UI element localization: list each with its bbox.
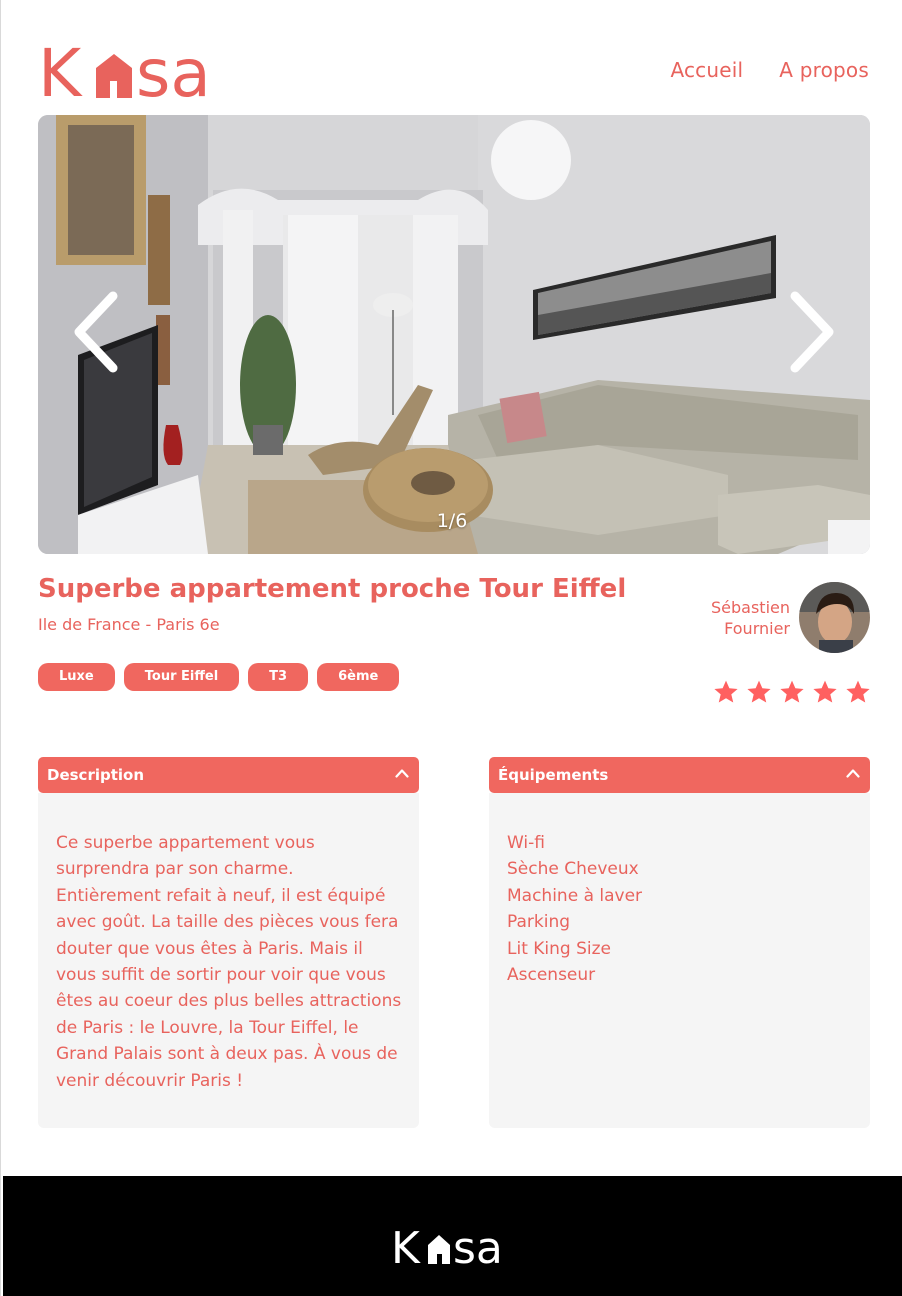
tag: Luxe <box>38 663 115 691</box>
host-first-name: Sébastien <box>711 598 790 617</box>
star-icon <box>813 680 837 703</box>
page: K sa Accueil A propos 1/6 Superbe appart… <box>0 0 902 1296</box>
slide-counter: 1/6 <box>436 510 468 532</box>
equipments-body: Wi-fi Sèche Cheveux Machine à laver Park… <box>489 793 870 1128</box>
tag: 6ème <box>317 663 400 691</box>
description-collapse: Description Ce superbe appartement vous … <box>38 757 419 1128</box>
list-item: Parking <box>507 912 571 933</box>
footer: K sa <box>3 1176 902 1296</box>
listing-title: Superbe appartement proche Tour Eiffel <box>38 574 627 604</box>
description-heading: Description <box>47 766 145 784</box>
apartment-photo <box>38 115 870 554</box>
list-item: Lit King Size <box>507 938 612 959</box>
star-icon <box>714 680 738 703</box>
list-item: Ascenseur <box>507 965 596 986</box>
kasa-logo[interactable]: K sa <box>38 36 238 102</box>
footer-logo-letters-sa: sa <box>453 1223 503 1267</box>
equipments-collapse: Équipements Wi-fi Sèche Cheveux Machine … <box>489 757 870 1128</box>
chevron-right-icon[interactable] <box>787 290 837 374</box>
chevron-up-icon[interactable] <box>395 768 409 778</box>
tag: Tour Eiffel <box>123 663 240 691</box>
host-name: Sébastien Fournier <box>670 597 790 639</box>
description-text: Ce superbe appartement vous surprendra p… <box>56 833 402 1091</box>
list-item: Sèche Cheveux <box>507 859 639 880</box>
chevron-left-icon[interactable] <box>71 290 121 374</box>
logo-letter-k: K <box>38 36 83 102</box>
equipments-list: Wi-fi Sèche Cheveux Machine à laver Park… <box>507 830 853 988</box>
equipments-heading: Équipements <box>498 766 609 784</box>
chevron-up-icon[interactable] <box>846 768 860 778</box>
list-item: Machine à laver <box>507 885 643 906</box>
tag: T3 <box>248 663 309 691</box>
rating-stars <box>713 679 871 705</box>
logo-letters-sa: sa <box>136 36 211 102</box>
footer-kasa-logo[interactable]: K sa <box>391 1223 521 1267</box>
description-toggle[interactable]: Description <box>38 757 419 793</box>
star-icon <box>846 680 870 703</box>
star-icon <box>780 680 804 703</box>
star-icon <box>747 680 771 703</box>
host-last-name: Fournier <box>724 619 790 638</box>
footer-logo-letter-k: K <box>391 1223 421 1267</box>
listing-location: Ile de France - Paris 6e <box>38 615 220 634</box>
tag-list: Luxe Tour Eiffel T3 6ème <box>38 663 400 691</box>
description-body: Ce superbe appartement vous surprendra p… <box>38 793 419 1128</box>
nav-accueil[interactable]: Accueil <box>670 58 743 82</box>
main-nav: Accueil A propos <box>670 58 869 82</box>
equipments-toggle[interactable]: Équipements <box>489 757 870 793</box>
nav-a-propos[interactable]: A propos <box>779 58 869 82</box>
gallery-slideshow <box>38 115 870 554</box>
list-item: Wi-fi <box>507 833 546 853</box>
host-avatar <box>799 582 870 653</box>
